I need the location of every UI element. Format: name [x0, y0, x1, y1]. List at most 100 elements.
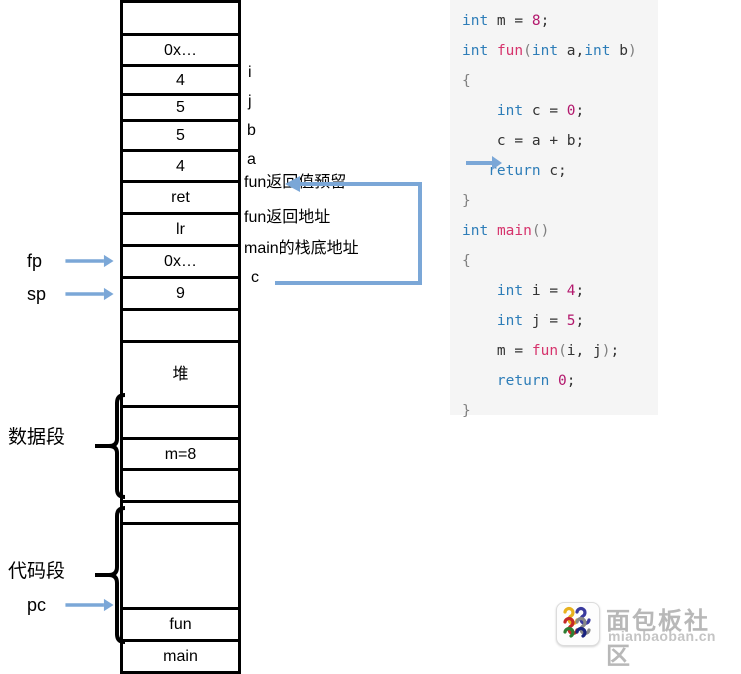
- memory-cell-9: 9: [123, 279, 238, 311]
- memory-cell-5: 4: [123, 152, 238, 183]
- code-token: =: [549, 283, 559, 299]
- code-token: i: [523, 283, 550, 299]
- memory-cell-16: [123, 525, 238, 610]
- code-token: int: [531, 43, 559, 59]
- memory-cell-0: [123, 3, 238, 36]
- memory-cell-1: 0x…: [123, 36, 238, 67]
- segment-label-code-segment: 代码段: [8, 561, 66, 582]
- memory-layout-table: 0x… 4 5 5 4 ret lr 0x… 9 堆 m=8 fun main: [120, 0, 241, 674]
- code-token: j: [523, 313, 550, 329]
- code-token: +: [549, 133, 559, 149]
- code-token: =: [549, 313, 559, 329]
- memory-cell-value: 堆: [172, 366, 189, 383]
- memory-cell-3: 5: [123, 96, 238, 122]
- segment-label-data-segment: 数据段: [8, 427, 66, 448]
- code-token: ;: [610, 343, 620, 359]
- code-token: int: [462, 13, 489, 29]
- code-token: 5: [566, 313, 576, 329]
- pointer-arrow-fp: [65, 254, 114, 268]
- code-segment-bracket: [95, 506, 126, 644]
- code-token: int: [496, 103, 524, 119]
- code-token: (: [523, 43, 532, 59]
- code-line-11: m = fun(i, j);: [462, 336, 658, 366]
- code-token: 0: [558, 373, 567, 389]
- code-token: ;: [566, 373, 576, 389]
- memory-cell-value: lr: [176, 221, 185, 238]
- code-line-4: c = a + b;: [462, 126, 658, 156]
- code-token: =: [514, 343, 524, 359]
- memory-cell-value: 4: [176, 72, 185, 89]
- slot-label-1: j: [248, 93, 252, 110]
- return-value-connector: [275, 176, 422, 285]
- memory-cell-value: fun: [169, 616, 192, 633]
- pointer-arrow-sp: [65, 287, 114, 301]
- code-token: b;: [558, 133, 585, 149]
- code-token: =: [514, 13, 524, 29]
- code-token: main: [496, 223, 532, 239]
- code-line-1: int fun(int a,int b): [462, 36, 658, 66]
- code-token: i, j: [566, 343, 602, 359]
- code-token: =: [549, 103, 559, 119]
- site-watermark: 面包板社区 mianbaoban.cn: [556, 600, 734, 670]
- watermark-en-text: mianbaoban.cn: [608, 628, 716, 644]
- slot-label-2: b: [247, 122, 256, 139]
- code-line-2: {: [462, 66, 658, 96]
- memory-cell-4: 5: [123, 122, 238, 152]
- code-token: ;: [575, 103, 585, 119]
- code-token: ;: [575, 283, 585, 299]
- memory-cell-6: ret: [123, 183, 238, 215]
- code-token: c;: [540, 163, 567, 179]
- memory-cell-2: 4: [123, 67, 238, 96]
- code-token: ,: [575, 43, 585, 59]
- code-token: (): [531, 223, 550, 239]
- memory-cell-15: [123, 503, 238, 525]
- code-token: c: [523, 103, 550, 119]
- pointer-label-pc: pc: [27, 595, 47, 615]
- memory-cell-18: main: [123, 642, 238, 674]
- code-token: 4: [566, 283, 576, 299]
- memory-cell-value: 5: [176, 127, 185, 144]
- pointer-label-fp: fp: [27, 251, 43, 271]
- code-token: m: [462, 343, 515, 359]
- code-line-7: int main(): [462, 216, 658, 246]
- code-token: int: [496, 283, 524, 299]
- watermark-logo-icon: [556, 602, 600, 646]
- code-token: {: [462, 73, 471, 89]
- code-token: {: [462, 253, 471, 269]
- code-token: a: [523, 133, 550, 149]
- data-segment-bracket: [95, 393, 126, 499]
- memory-cell-value: 0x…: [164, 253, 197, 270]
- code-token: ): [627, 43, 637, 59]
- code-line-8: {: [462, 246, 658, 276]
- memory-cell-7: lr: [123, 215, 238, 247]
- code-token: fun: [496, 43, 524, 59]
- code-token: =: [514, 133, 524, 149]
- memory-cell-14: [123, 471, 238, 503]
- code-token: b: [610, 43, 628, 59]
- source-code-panel: int m = 8; int fun(int a,int b){ int c = …: [450, 0, 658, 419]
- code-line-10: int j = 5;: [462, 306, 658, 336]
- code-token: ;: [540, 13, 550, 29]
- code-line-9: int i = 4;: [462, 276, 658, 306]
- code-token: int: [462, 223, 489, 239]
- code-token: (: [558, 343, 567, 359]
- code-token: int: [584, 43, 611, 59]
- memory-cell-value: 9: [176, 285, 185, 302]
- memory-cell-10: [123, 311, 238, 343]
- code-token: ;: [575, 313, 585, 329]
- memory-cell-value: m=8: [164, 446, 197, 463]
- code-line-12: return 0;: [462, 366, 658, 396]
- slot-label-3: a: [247, 151, 256, 168]
- code-token: int: [462, 43, 489, 59]
- memory-cell-value: 0x…: [164, 42, 197, 59]
